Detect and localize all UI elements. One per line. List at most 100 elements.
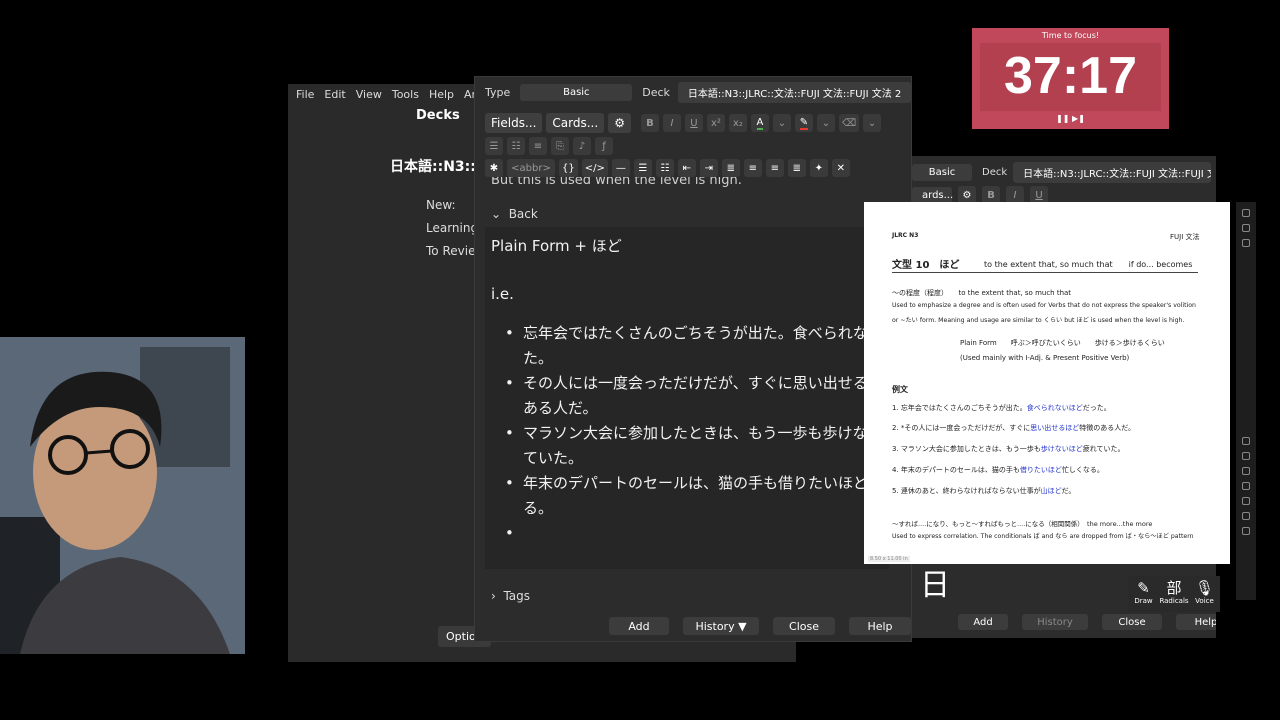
back-field-editor[interactable]: Plain Form + ほど i.e. 忘年会ではたくさんのごちそうが出た。食… [485,227,889,569]
indent-icon[interactable]: ⇥ [699,159,718,177]
chevron-up-icon[interactable] [1242,467,1250,475]
doc-example-3: 3. マラソン大会に参加したときは、もう一歩も歩けないほど疲れていた。 [892,444,1125,454]
ordered-list-icon[interactable]: ☷ [507,137,525,155]
example-text: 疲れていた。 [1082,445,1125,453]
radicals-tool-button[interactable]: 部 Radicals [1159,579,1188,609]
eraser-icon[interactable]: ⌫ [838,114,860,132]
timer-time: 37:17 [1004,47,1137,105]
bullet-list-icon[interactable]: ☰ [633,159,652,177]
clear-format-icon[interactable]: ✕ [831,159,850,177]
text-color-icon[interactable]: A [750,114,769,132]
example-highlight: 借りたいほど [1019,466,1062,474]
menu-edit[interactable]: Edit [324,88,345,102]
justify-icon[interactable]: ≣ [787,159,806,177]
zoom-in-icon[interactable] [1242,512,1250,520]
doc-header-left: JLRC N3 [892,232,919,239]
voice-tool-button[interactable]: 🎙 Voice [1193,579,1216,609]
chevron-down-icon[interactable]: ⌄ [772,114,791,132]
tags-label: Tags [503,589,531,603]
example-highlight: 歩けないほど [1040,445,1083,453]
back-field-label[interactable]: ⌄ Back [491,207,538,221]
voice-label: Voice [1195,597,1214,605]
chevron-down-icon[interactable] [1242,482,1250,490]
example-text: 5. 連休のあと、終わらなければならない仕事が [892,487,1041,495]
pdf-viewer-page[interactable]: JLRC N3 FUJI 文法 文型 10 ほど to the extent t… [864,202,1230,564]
deck-selector[interactable]: 日本語::N3::JLRC::文法::FUJI 文法::FUJI 文法 2 [1013,162,1212,183]
attachment-icon[interactable]: ⎘ [551,137,569,155]
add-card-editor: Type Basic Deck 日本語::N3::JLRC::文法::FUJI … [474,76,912,642]
divider [892,272,1198,273]
cards-button[interactable]: ards... [912,186,953,204]
focus-timer: Time to focus! 37:17 ❚❚ ▶❚ [972,28,1169,129]
doc-degree: ～の程度（程度） to the extent that, so much tha… [892,289,1072,297]
menu-help[interactable]: Help [429,88,454,102]
example-highlight: 山ほど [1040,487,1062,495]
history-button[interactable]: History [1022,614,1088,630]
front-field-cut-text: But this is used when the level is high. [491,177,742,188]
cards-button[interactable]: Cards... [546,113,605,133]
sparkle-icon[interactable]: ✦ [809,159,828,177]
toolbar-icon[interactable] [1242,239,1250,247]
number-list-icon[interactable]: ☷ [655,159,674,177]
menu-view[interactable]: View [356,88,382,102]
toolbar-icon[interactable] [1242,209,1250,217]
code-icon[interactable]: </> [581,159,608,177]
superscript-icon[interactable]: x² [706,114,725,132]
align-left-icon[interactable]: ≡ [743,159,762,177]
underline-icon[interactable]: U [684,114,703,132]
highlight-color-icon[interactable]: ✎ [794,114,813,132]
ie-label: i.e. [491,285,514,303]
review-count-label: To Revie [426,244,476,258]
help-button[interactable]: Help [1176,614,1216,630]
list-item: マラソン大会に参加したときは、もう一歩も歩けないほど疲れていた。 [505,421,889,471]
draw-tool-button[interactable]: ✎ Draw [1132,579,1155,609]
help-button[interactable]: Help [849,617,911,635]
chevron-down-icon[interactable]: ⌄ [816,114,835,132]
example-text: だった。 [1082,404,1111,412]
mathjax-icon[interactable]: ƒ [595,137,613,155]
doc-examples-title: 例文 [892,385,908,394]
decks-title[interactable]: Decks [416,108,460,123]
menu-file[interactable]: File [296,88,314,102]
pencil-icon: ✎ [1137,579,1150,597]
close-button[interactable]: Close [773,617,835,635]
braces-icon[interactable]: {} [559,159,578,177]
deck-label: Deck [982,167,1008,178]
unordered-list-icon[interactable]: ☰ [485,137,503,155]
type-label: Type [485,85,511,99]
zoom-out-icon[interactable] [1242,527,1250,535]
close-button[interactable]: Close [1102,614,1162,630]
page-size-indicator: 8.50 x 11.00 in [868,556,910,562]
bold-icon[interactable]: B [640,114,659,132]
toolbar-icon[interactable] [1242,224,1250,232]
doc-header-right: FUJI 文法 [1170,233,1200,241]
align-right-icon[interactable]: ≡ [765,159,784,177]
add-button[interactable]: Add [609,617,669,635]
fields-button[interactable]: Fields... [485,113,543,133]
gear-icon[interactable]: ⚙ [608,113,631,133]
settings-icon[interactable]: ✱ [485,159,503,177]
note-type-selector[interactable]: Basic [520,83,633,101]
subscript-icon[interactable]: x₂ [728,114,747,132]
history-button[interactable]: History ▼ [683,617,759,635]
deck-selector[interactable]: 日本語::N3::JLRC::文法::FUJI 文法::FUJI 文法 2 [677,81,911,103]
note-type-selector[interactable]: Basic [912,164,972,181]
align-icon[interactable]: ≡ [529,137,547,155]
horizontal-rule-icon[interactable]: — [611,159,630,177]
example-text: 1. 忘年会ではたくさんのごちそうが出た。 [892,404,1027,412]
italic-icon[interactable]: I [662,114,681,132]
tags-toggle[interactable]: › Tags [491,589,530,603]
abbr-icon[interactable]: <abbr> [507,159,555,177]
webcam-person-image [0,337,245,654]
align-center-icon[interactable]: ≣ [721,159,740,177]
add-button[interactable]: Add [958,614,1008,630]
example-text: 2. *その人には一度会っただけだが、すぐに [892,424,1031,432]
outdent-icon[interactable]: ⇤ [677,159,696,177]
chevron-down-icon[interactable]: ⌄ [863,114,882,132]
microphone-icon[interactable]: ♪ [573,137,591,155]
refresh-icon[interactable] [1242,497,1250,505]
menu-tools[interactable]: Tools [392,88,419,102]
help-icon[interactable] [1242,437,1250,445]
timer-controls[interactable]: ❚❚ ▶❚ [972,114,1169,123]
toolbar-icon[interactable] [1242,452,1250,460]
